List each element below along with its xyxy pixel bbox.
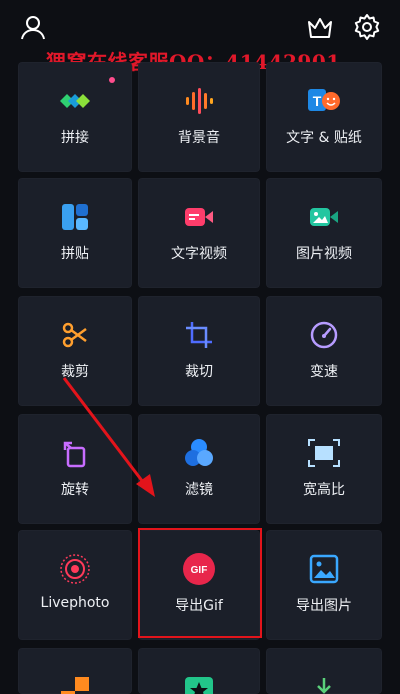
annotation-arrow	[62, 377, 155, 497]
